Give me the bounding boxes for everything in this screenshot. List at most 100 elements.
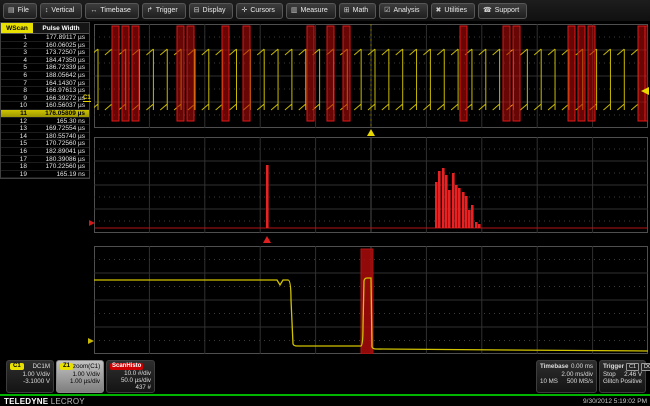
histogram-bar: [465, 196, 468, 228]
table-row[interactable]: 10160.56037 µs: [1, 102, 89, 110]
trigger-kind: Glitch: [603, 378, 619, 385]
row-index: 12: [1, 118, 30, 125]
timebase-box[interactable]: Timebase 0.00 ms 2.00 ms/div 10 MS 500 M…: [536, 360, 597, 393]
menu-item-vertical[interactable]: ↕Vertical: [40, 3, 82, 19]
histogram-spike: [266, 165, 269, 228]
menu-item-file[interactable]: ▤File: [3, 3, 37, 19]
scan-highlight-bar: [122, 26, 129, 121]
pulse-width-value: 184.47350 µs: [30, 57, 89, 64]
menu-item-timebase[interactable]: ↔Timebase: [85, 3, 138, 19]
clock-datetime: 9/30/2012 5:19:02 PM: [583, 398, 647, 405]
scan-highlight-bar: [243, 26, 250, 121]
scan-highlight-bar: [588, 26, 595, 121]
timebase-label: Timebase: [540, 363, 568, 370]
menu-item-label: Cursors: [250, 7, 275, 14]
trigger-label: Trigger: [603, 363, 624, 370]
trigger-icon: ↱: [147, 7, 153, 14]
histogram-bar: [435, 182, 438, 228]
trigger-box[interactable]: Trigger C1DC Stop 2.46 V Glitch Positive: [599, 360, 646, 393]
histogram-bar: [462, 192, 465, 228]
trigger-level-marker-icon[interactable]: [641, 87, 649, 95]
scan-highlight-bar: [568, 26, 575, 121]
table-row[interactable]: 8166.97613 µs: [1, 87, 89, 95]
table-row[interactable]: 6188.05642 µs: [1, 72, 89, 80]
table-row[interactable]: 9166.39272 µs: [1, 95, 89, 103]
menu-item-cursors[interactable]: ✛Cursors: [236, 3, 282, 19]
menu-item-analysis[interactable]: ☑Analysis: [379, 3, 427, 19]
menu-item-measure[interactable]: ▥Measure: [286, 3, 336, 19]
pulse-width-value: 180.55740 µs: [30, 133, 89, 140]
table-row[interactable]: 5186.72339 µs: [1, 64, 89, 72]
c1-vdiv: 1.00 V/div: [10, 371, 50, 378]
menu-item-display[interactable]: ⊟Display: [189, 3, 234, 19]
trigger-mode: Stop: [603, 371, 616, 378]
scan-highlight-bar: [307, 26, 314, 121]
row-index: 15: [1, 140, 30, 147]
trigger-time-marker-icon[interactable]: [367, 129, 375, 136]
pulse-width-value: 186.72339 µs: [30, 64, 89, 71]
table-row[interactable]: 7164.14307 µs: [1, 80, 89, 88]
scan-highlight-bar: [343, 26, 350, 121]
histogram-bar: [448, 190, 451, 228]
menu-item-label: Math: [353, 7, 369, 14]
wscan-header-cell[interactable]: WScan: [1, 23, 33, 33]
pulse-width-value: 170.72560 µs: [30, 140, 89, 147]
c1-graticule: [94, 24, 648, 128]
scanhisto-graticule: [94, 137, 648, 233]
row-index: 16: [1, 148, 30, 155]
table-row[interactable]: 1177.89117 µs: [1, 34, 89, 42]
c1-zero-level-label[interactable]: C1: [83, 95, 91, 102]
menu-item-label: Utilities: [444, 7, 467, 14]
z1-title: zoom(C1): [73, 363, 100, 370]
histogram-bar: [438, 171, 441, 228]
menu-item-label: Display: [203, 7, 226, 14]
utilities-icon: ✖: [436, 7, 442, 14]
c1-trace: [94, 49, 638, 110]
table-row[interactable]: 18170.22560 µs: [1, 163, 89, 171]
menu-item-utilities[interactable]: ✖Utilities: [431, 3, 475, 19]
z1-descriptor-box[interactable]: Z1 zoom(C1) 1.00 V/div 1.00 µs/div: [56, 360, 104, 393]
row-index: 11: [1, 110, 30, 117]
table-row[interactable]: 19165.19 ns: [1, 171, 89, 179]
histogram-bar: [458, 188, 461, 228]
scan-highlight-bar: [645, 26, 648, 121]
table-row[interactable]: 12165.30 ns: [1, 118, 89, 126]
table-row[interactable]: 11176.05809 µs: [1, 110, 89, 118]
trigger-coupling-badge: DC: [641, 363, 650, 371]
menubar: ▤File↕Vertical↔Timebase↱Trigger⊟Display✛…: [0, 0, 650, 21]
menu-item-support[interactable]: ☎Support: [478, 3, 527, 19]
table-row[interactable]: 13169.72554 µs: [1, 125, 89, 133]
histogram-bar: [445, 175, 448, 228]
histogram-bar: [455, 185, 458, 228]
menu-item-label: File: [18, 7, 29, 14]
menu-item-label: Support: [495, 7, 520, 14]
scan-highlight-bar: [327, 26, 334, 121]
scanhisto-descriptor-box[interactable]: ScanHisto 10.0 #/div 50.0 µs/div 437 #: [106, 360, 155, 393]
scan-highlight-bar: [187, 26, 194, 121]
pulse-width-value: 188.05642 µs: [30, 72, 89, 79]
table-row[interactable]: 3173.72507 µs: [1, 49, 89, 57]
menu-item-trigger[interactable]: ↱Trigger: [142, 3, 186, 19]
timebase-icon: ↔: [90, 7, 97, 14]
menu-item-math[interactable]: ⊞Math: [339, 3, 376, 19]
table-row[interactable]: 17180.39086 µs: [1, 156, 89, 164]
menu-item-label: Trigger: [156, 7, 178, 14]
row-index: 18: [1, 163, 30, 170]
table-row[interactable]: 2160.06025 µs: [1, 42, 89, 50]
scan-highlight-bar: [578, 26, 585, 121]
row-index: 2: [1, 42, 30, 49]
table-row[interactable]: 4184.47350 µs: [1, 57, 89, 65]
brand-lecroy: LECROY: [51, 397, 85, 406]
table-row[interactable]: 15170.72560 µs: [1, 140, 89, 148]
wavescan-rows: 1177.89117 µs2160.06025 µs3173.72507 µs4…: [1, 34, 89, 178]
timebase-rate: 500 MS/s: [567, 378, 593, 385]
oscilloscope-screen: ▤File↕Vertical↔Timebase↱Trigger⊟Display✛…: [0, 0, 650, 406]
c1-descriptor-box[interactable]: C1 DC1M 1.00 V/div -3.1000 V: [6, 360, 54, 393]
table-row[interactable]: 14180.55740 µs: [1, 133, 89, 141]
c1-offset: -3.1000 V: [10, 378, 50, 385]
table-row[interactable]: 16182.89041 µs: [1, 148, 89, 156]
cursors-icon: ✛: [241, 7, 247, 14]
row-index: 13: [1, 125, 30, 132]
row-index: 17: [1, 156, 30, 163]
timebase-samples: 10 MS: [540, 378, 558, 385]
